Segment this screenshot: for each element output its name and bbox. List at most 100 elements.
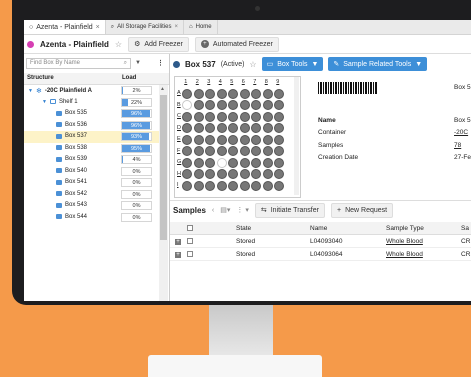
document-icon[interactable]: ▤▾ xyxy=(220,206,230,214)
new-request-button[interactable]: + New Request xyxy=(330,202,394,218)
filled-well[interactable] xyxy=(182,146,192,157)
filled-well[interactable] xyxy=(239,111,250,122)
filled-well[interactable] xyxy=(205,157,215,168)
filled-well[interactable] xyxy=(205,146,215,157)
sample-type[interactable]: Whole Blood xyxy=(386,238,423,245)
filled-well[interactable] xyxy=(193,88,204,99)
find-box-input[interactable]: Find Box By Name ⌕ xyxy=(26,57,131,69)
tree-row[interactable]: Box 535 96% xyxy=(24,108,159,120)
filled-well[interactable] xyxy=(216,100,227,111)
filled-well[interactable] xyxy=(182,88,192,99)
filled-well[interactable] xyxy=(251,180,261,191)
filled-well[interactable] xyxy=(274,100,284,111)
filled-well[interactable] xyxy=(182,111,192,122)
filled-well[interactable] xyxy=(274,88,284,99)
filled-well[interactable] xyxy=(251,169,261,180)
filled-well[interactable] xyxy=(205,169,215,180)
filled-well[interactable] xyxy=(216,111,227,122)
filled-well[interactable] xyxy=(251,134,261,145)
grid-scrollbar[interactable] xyxy=(294,77,299,195)
expand-icon[interactable]: + xyxy=(175,252,181,258)
filled-well[interactable] xyxy=(251,88,261,99)
filled-well[interactable] xyxy=(182,157,192,168)
filled-well[interactable] xyxy=(205,88,215,99)
filled-well[interactable] xyxy=(239,146,250,157)
close-icon[interactable]: × xyxy=(174,24,178,30)
filled-well[interactable] xyxy=(216,88,227,99)
tree-row[interactable]: Box 539 4% xyxy=(24,154,159,166)
filled-well[interactable] xyxy=(274,146,284,157)
tab-all-storage-facilities[interactable]: ⌕ All Storage Facilities × xyxy=(106,20,184,34)
filled-well[interactable] xyxy=(205,180,215,191)
filled-well[interactable] xyxy=(216,180,227,191)
filled-well[interactable] xyxy=(228,100,238,111)
filled-well[interactable] xyxy=(262,180,273,191)
property-value[interactable]: 78 xyxy=(454,142,461,149)
filled-well[interactable] xyxy=(262,134,273,145)
tree-row[interactable]: Box 538 95% xyxy=(24,143,159,155)
scroll-up-icon[interactable]: ▲ xyxy=(160,86,165,92)
column-header-sample-type[interactable]: Sample Type xyxy=(386,225,424,232)
filled-well[interactable] xyxy=(216,134,227,145)
filled-well[interactable] xyxy=(205,134,215,145)
filled-well[interactable] xyxy=(274,134,284,145)
tree-row[interactable]: Box 540 0% xyxy=(24,166,159,178)
filled-well[interactable] xyxy=(216,123,227,134)
filled-well[interactable] xyxy=(216,169,227,180)
scroll-thumb[interactable] xyxy=(160,95,167,240)
tree-row[interactable]: Box 544 0% xyxy=(24,212,159,224)
empty-well[interactable] xyxy=(182,100,192,111)
filled-well[interactable] xyxy=(193,169,204,180)
tab-home[interactable]: ⌂ Home xyxy=(184,20,218,34)
chevron-left-icon[interactable]: ‹ xyxy=(212,207,214,214)
tree-row[interactable]: Box 536 96% xyxy=(24,120,159,132)
sample-type[interactable]: Whole Blood xyxy=(386,251,423,258)
filled-well[interactable] xyxy=(262,123,273,134)
tree-row[interactable]: Box 541 0% xyxy=(24,177,159,189)
filled-well[interactable] xyxy=(239,100,250,111)
filled-well[interactable] xyxy=(205,111,215,122)
filled-well[interactable] xyxy=(193,157,204,168)
tree-row[interactable]: Box 543 0% xyxy=(24,200,159,212)
filled-well[interactable] xyxy=(193,146,204,157)
property-value[interactable]: -20C xyxy=(454,129,468,136)
column-header-name[interactable]: Name xyxy=(310,225,327,232)
tree-scrollbar[interactable]: ▲ xyxy=(159,85,168,301)
filled-well[interactable] xyxy=(182,123,192,134)
filled-well[interactable] xyxy=(228,111,238,122)
tab-azenta-plainfield[interactable]: ○ Azenta - Plainfield × xyxy=(24,20,106,34)
filled-well[interactable] xyxy=(274,157,284,168)
filled-well[interactable] xyxy=(251,111,261,122)
filled-well[interactable] xyxy=(228,146,238,157)
kebab-menu-icon[interactable]: ⋮ xyxy=(157,59,164,67)
box-tools-button[interactable]: ▭ Box Tools ▼ xyxy=(261,57,324,71)
filled-well[interactable] xyxy=(274,111,284,122)
column-header-state[interactable]: State xyxy=(236,225,251,232)
filled-well[interactable] xyxy=(262,146,273,157)
filled-well[interactable] xyxy=(239,169,250,180)
chevron-down-icon[interactable]: ▼ xyxy=(42,99,47,105)
chevron-down-icon[interactable]: ▼ xyxy=(135,60,141,66)
filled-well[interactable] xyxy=(262,169,273,180)
filled-well[interactable] xyxy=(262,157,273,168)
sample-related-tools-button[interactable]: ✎ Sample Related Tools ▼ xyxy=(328,57,428,71)
expand-icon[interactable]: + xyxy=(175,239,181,245)
filled-well[interactable] xyxy=(228,88,238,99)
filled-well[interactable] xyxy=(193,111,204,122)
filled-well[interactable] xyxy=(251,123,261,134)
filled-well[interactable] xyxy=(262,111,273,122)
add-freezer-button[interactable]: ⚙ Add Freezer xyxy=(128,36,189,52)
filled-well[interactable] xyxy=(239,180,250,191)
filled-well[interactable] xyxy=(228,123,238,134)
filled-well[interactable] xyxy=(193,100,204,111)
tree-row[interactable]: Box 537 93% xyxy=(24,131,159,143)
filled-well[interactable] xyxy=(228,134,238,145)
filled-well[interactable] xyxy=(274,180,284,191)
filled-well[interactable] xyxy=(239,123,250,134)
tree-row[interactable]: ▼ ❄ -20C Plainfield A 2% xyxy=(24,85,159,97)
row-checkbox[interactable] xyxy=(187,238,193,244)
filled-well[interactable] xyxy=(182,169,192,180)
filled-well[interactable] xyxy=(205,123,215,134)
select-all-checkbox[interactable] xyxy=(187,225,193,231)
initiate-transfer-button[interactable]: ⇆ Initiate Transfer xyxy=(254,202,325,218)
